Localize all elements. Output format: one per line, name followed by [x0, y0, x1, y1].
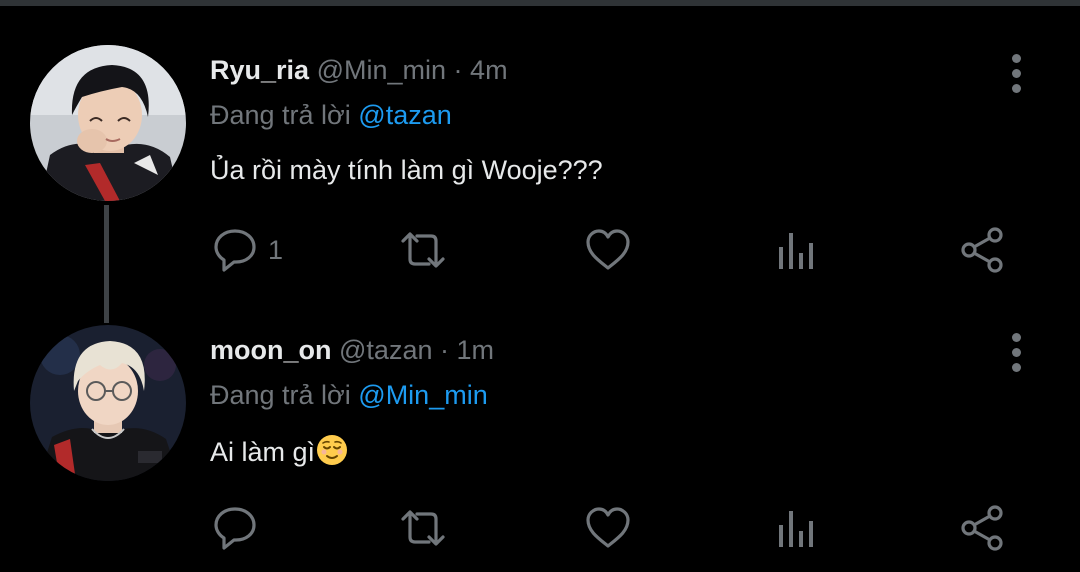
reply-button[interactable]	[212, 503, 268, 553]
retweet-button[interactable]	[396, 503, 450, 553]
reply-count: 1	[268, 234, 284, 265]
timestamp[interactable]: 1m	[457, 335, 495, 365]
top-divider	[0, 0, 1080, 6]
share-icon	[961, 505, 1003, 551]
analytics-icon	[779, 233, 813, 269]
replying-prefix: Đang trả lời	[210, 380, 351, 410]
reply-icon	[214, 507, 256, 550]
tweet-text: Ai làm gì	[210, 437, 316, 467]
avatar-moon-on[interactable]	[30, 325, 186, 481]
display-name[interactable]: moon_on	[210, 335, 332, 365]
replying-prefix: Đang trả lời	[210, 100, 351, 130]
separator-dot: ·	[453, 55, 463, 85]
retweet-button[interactable]	[396, 225, 450, 275]
like-icon	[586, 507, 630, 548]
relieved-face-emoji	[316, 434, 348, 473]
share-button[interactable]	[958, 225, 1006, 275]
user-handle[interactable]: @Min_min	[317, 55, 446, 85]
share-button[interactable]	[958, 503, 1006, 553]
separator-dot: ·	[440, 335, 449, 365]
replying-to: Đang trả lời @tazan	[210, 100, 452, 131]
tweet-text-row: Ai làm gì	[210, 434, 348, 473]
more-vertical-icon[interactable]	[1000, 52, 1034, 96]
replying-mention-link[interactable]: @Min_min	[358, 380, 487, 410]
avatar-ryu-ria[interactable]	[30, 45, 186, 201]
like-button[interactable]	[584, 225, 632, 275]
reply-icon	[214, 229, 256, 272]
more-vertical-icon[interactable]	[1000, 331, 1034, 375]
like-icon	[586, 229, 630, 270]
share-icon	[961, 227, 1003, 273]
display-name[interactable]: Ryu_ria	[210, 55, 309, 85]
retweet-icon	[401, 232, 445, 268]
tweet-header: Ryu_ria @Min_min · 4m	[210, 55, 508, 86]
tweet-header: moon_on @tazan · 1m	[210, 335, 494, 366]
action-bar	[0, 503, 1080, 553]
reply-button[interactable]: 1	[212, 225, 283, 275]
replying-to: Đang trả lời @Min_min	[210, 380, 488, 411]
action-bar: 1	[0, 225, 1080, 275]
analytics-button[interactable]	[776, 503, 818, 553]
like-button[interactable]	[584, 503, 632, 553]
retweet-icon	[401, 510, 445, 546]
replying-mention-link[interactable]: @tazan	[358, 100, 451, 130]
tweet-text: Ủa rồi mày tính làm gì Wooje???	[210, 155, 603, 185]
user-handle[interactable]: @tazan	[339, 335, 432, 365]
analytics-icon	[779, 511, 813, 547]
analytics-button[interactable]	[776, 225, 818, 275]
timestamp[interactable]: 4m	[470, 55, 508, 85]
